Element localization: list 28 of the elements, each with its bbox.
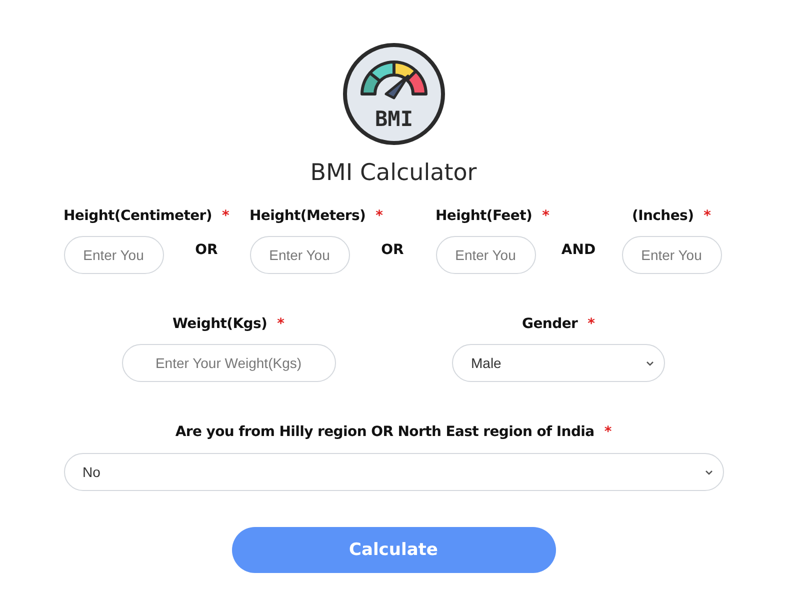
required-mark: * <box>222 208 230 224</box>
input-field[interactable]: Enter You <box>436 236 536 274</box>
input-field[interactable]: Enter You <box>622 236 722 274</box>
dropdown[interactable]: No <box>64 453 724 491</box>
connector-text: OR <box>195 242 218 258</box>
connector-text: OR <box>381 242 404 258</box>
chevron-down-icon <box>646 360 654 366</box>
required-mark: * <box>604 424 612 440</box>
required-mark: * <box>376 208 383 224</box>
field-label: Height(Centimeter) <box>64 208 212 224</box>
field-label: Are you from Hilly region OR North East region of India <box>175 424 594 440</box>
required-mark: * <box>542 208 550 224</box>
bmi-gauge-logo: BMI <box>342 42 446 146</box>
input-field[interactable]: Enter You <box>64 236 164 274</box>
field-label: (Inches) <box>632 208 694 224</box>
input-field[interactable]: Enter You <box>250 236 350 274</box>
required-mark: * <box>704 208 711 224</box>
connector-text: AND <box>561 242 596 258</box>
chevron-down-icon <box>704 470 712 474</box>
required-mark: * <box>588 316 595 332</box>
dropdown[interactable]: Male <box>452 344 665 382</box>
required-mark: * <box>277 316 284 332</box>
field-label: Weight(Kgs) <box>172 316 268 332</box>
field-label: Height(Feet) <box>436 208 532 224</box>
page-title: BMI Calculator <box>310 160 477 186</box>
field-label: Gender <box>522 316 578 332</box>
input-field[interactable]: Enter Your Weight(Kgs) <box>122 344 336 382</box>
field-label: Height(Meters) <box>250 208 366 224</box>
